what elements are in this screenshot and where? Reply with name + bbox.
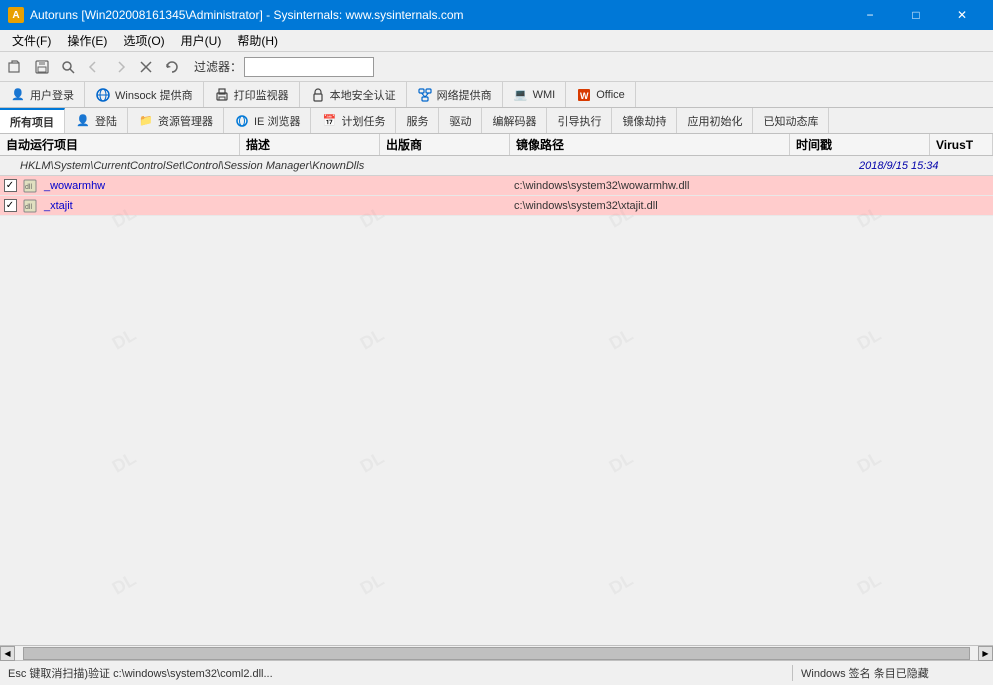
- office-icon: W: [576, 87, 592, 103]
- tab-wmi[interactable]: 💻 WMI: [503, 82, 567, 107]
- col-autorun[interactable]: 自动运行项目: [0, 134, 240, 155]
- tab-office[interactable]: W Office: [566, 82, 636, 107]
- filter-input[interactable]: [244, 57, 374, 77]
- tab-boot[interactable]: 引导执行: [547, 108, 612, 133]
- svg-text:dll: dll: [25, 184, 32, 191]
- checkbox-icon[interactable]: ✓: [4, 199, 17, 212]
- tab-lsa[interactable]: 本地安全认证: [300, 82, 407, 107]
- menu-file[interactable]: 文件(F): [4, 30, 59, 51]
- status-bar: Esc 键取消扫描)验证 c:\windows\system32\coml2.d…: [0, 660, 993, 685]
- tab-scheduled[interactable]: 📅 计划任务: [311, 108, 396, 133]
- tab-explorer-icon: 📁: [138, 113, 154, 129]
- tab-scheduled-icon: 📅: [321, 113, 337, 129]
- col-desc[interactable]: 描述: [240, 134, 380, 155]
- tab-appinit[interactable]: 应用初始化: [677, 108, 753, 133]
- tab-winsock[interactable]: Winsock 提供商: [85, 82, 204, 107]
- svg-text:dll: dll: [25, 204, 32, 211]
- row1-checkbox[interactable]: ✓: [0, 179, 20, 192]
- toolbar-delete-btn[interactable]: [134, 55, 158, 79]
- registry-path: HKLM\System\CurrentControlSet\Control\Se…: [0, 160, 853, 172]
- toolbar-open-btn[interactable]: [4, 55, 28, 79]
- col-virus[interactable]: VirusT: [930, 134, 993, 155]
- row2-name: _xtajit: [40, 200, 240, 212]
- tab-ie-icon: [234, 113, 250, 129]
- data-area: DLDLDLDL DLDLDLDL DLDLDLDL DLDLDLDL HKLM…: [0, 156, 993, 645]
- toolbar-refresh-btn[interactable]: [160, 55, 184, 79]
- close-button[interactable]: ✕: [939, 0, 985, 30]
- tab-knowndlls[interactable]: 已知动态库: [753, 108, 829, 133]
- user-login-icon: 👤: [10, 87, 26, 103]
- col-time[interactable]: 时间戳: [790, 134, 930, 155]
- row1-path: c:\windows\system32\wowarmhw.dll: [510, 180, 790, 192]
- table-row[interactable]: ✓ dll _wowarmhw c:\windows\system32\wowa…: [0, 176, 993, 196]
- row2-icon: dll: [20, 199, 40, 213]
- lsa-icon: [310, 87, 326, 103]
- tab-codecs[interactable]: 编解码器: [482, 108, 547, 133]
- tab-user-login[interactable]: 👤 用户登录: [0, 82, 85, 107]
- tab-drivers[interactable]: 驱动: [439, 108, 482, 133]
- scroll-left-btn[interactable]: ◀: [0, 646, 15, 661]
- registry-timestamp: 2018/9/15 15:34: [853, 160, 993, 172]
- tab-image-hijack[interactable]: 镜像劫持: [612, 108, 677, 133]
- row1-icon: dll: [20, 179, 40, 193]
- menu-action[interactable]: 操作(E): [59, 30, 115, 51]
- horizontal-scrollbar[interactable]: ◀ ▶: [0, 645, 993, 660]
- menu-options[interactable]: 选项(O): [115, 30, 172, 51]
- column-headers: 自动运行项目 描述 出版商 镜像路径 时间戳 VirusT: [0, 134, 993, 156]
- tab-ie[interactable]: IE 浏览器: [224, 108, 311, 133]
- col-imgpath[interactable]: 镜像路径: [510, 134, 790, 155]
- svg-text:W: W: [580, 91, 589, 101]
- app-icon: A: [8, 7, 24, 23]
- row1-name: _wowarmhw: [40, 180, 240, 192]
- tab-login[interactable]: 👤 登陆: [65, 108, 128, 133]
- menu-help[interactable]: 帮助(H): [229, 30, 286, 51]
- row2-path: c:\windows\system32\xtajit.dll: [510, 200, 790, 212]
- toolbar-find-btn[interactable]: [56, 55, 80, 79]
- scroll-right-btn[interactable]: ▶: [978, 646, 993, 661]
- registry-group-row: HKLM\System\CurrentControlSet\Control\Se…: [0, 156, 993, 176]
- tab-row-2: 所有项目 👤 登陆 📁 资源管理器 IE 浏览器 📅 计划任务 服务 驱动 编解…: [0, 108, 993, 134]
- maximize-button[interactable]: □: [893, 0, 939, 30]
- tab-all[interactable]: 所有项目: [0, 108, 65, 133]
- menu-bar: 文件(F) 操作(E) 选项(O) 用户(U) 帮助(H): [0, 30, 993, 52]
- scroll-thumb[interactable]: [23, 647, 970, 660]
- print-icon: [214, 87, 230, 103]
- wmi-icon: 💻: [513, 87, 529, 103]
- toolbar-save-btn[interactable]: [30, 55, 54, 79]
- menu-user[interactable]: 用户(U): [173, 30, 230, 51]
- toolbar: 过滤器：: [0, 52, 993, 82]
- window-title: Autoruns [Win202008161345\Administrator]…: [30, 8, 464, 22]
- tab-network[interactable]: 网络提供商: [407, 82, 503, 107]
- watermark: DLDLDLDL DLDLDLDL DLDLDLDL DLDLDLDL: [0, 156, 993, 645]
- status-left: Esc 键取消扫描)验证 c:\windows\system32\coml2.d…: [0, 665, 793, 681]
- tab-login-icon: 👤: [75, 113, 91, 129]
- tab-explorer[interactable]: 📁 资源管理器: [128, 108, 224, 133]
- tab-print[interactable]: 打印监视器: [204, 82, 300, 107]
- tab-services[interactable]: 服务: [396, 108, 439, 133]
- col-publisher[interactable]: 出版商: [380, 134, 510, 155]
- filter-label: 过滤器：: [194, 58, 242, 75]
- winsock-icon: [95, 87, 111, 103]
- minimize-button[interactable]: −: [847, 0, 893, 30]
- title-bar: A Autoruns [Win202008161345\Administrato…: [0, 0, 993, 30]
- network-icon: [417, 87, 433, 103]
- status-right: Windows 签名 条目已隐藏: [793, 665, 993, 681]
- toolbar-forward-btn[interactable]: [108, 55, 132, 79]
- row2-checkbox[interactable]: ✓: [0, 199, 20, 212]
- tab-row-1: 👤 用户登录 Winsock 提供商 打印监视器 本地安全认证 网络提供商: [0, 82, 993, 108]
- checkbox-icon[interactable]: ✓: [4, 179, 17, 192]
- toolbar-back-btn[interactable]: [82, 55, 106, 79]
- table-row[interactable]: ✓ dll _xtajit c:\windows\system32\xtajit…: [0, 196, 993, 216]
